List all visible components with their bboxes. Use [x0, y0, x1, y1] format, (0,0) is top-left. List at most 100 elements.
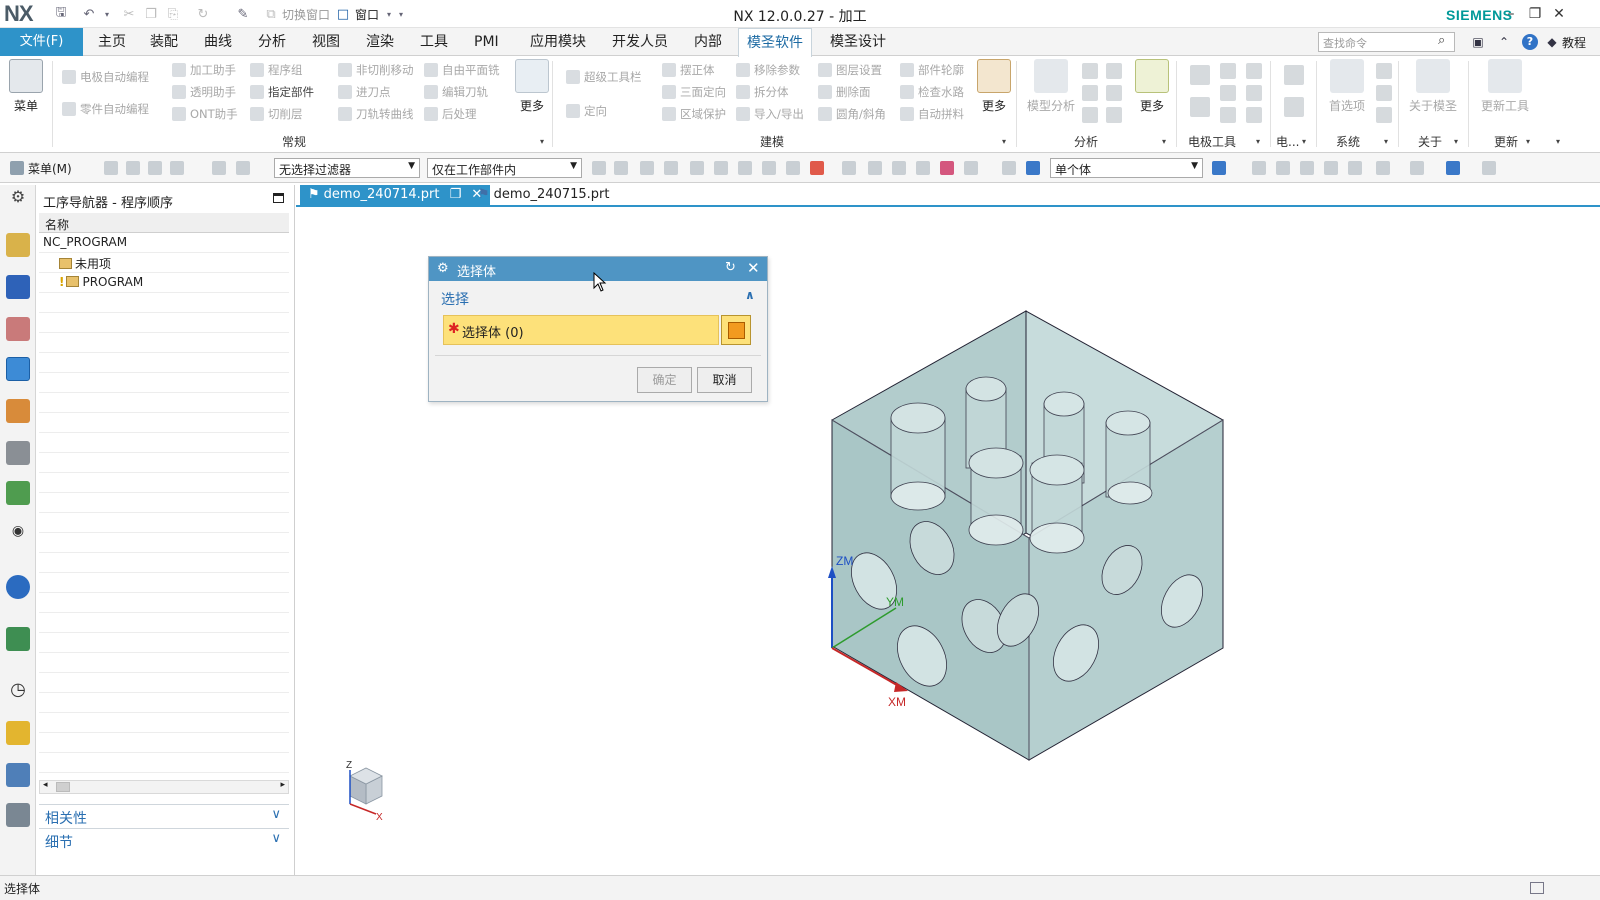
tutorial-icon[interactable]: ◆	[1544, 34, 1560, 50]
program-group[interactable]: 程序组	[250, 60, 303, 80]
cancel-button[interactable]: 取消	[697, 367, 752, 393]
electrode-auto-program[interactable]: 电极自动编程	[62, 67, 149, 87]
tree-node-nc-program[interactable]: NC_PROGRAM	[39, 233, 289, 253]
ribbon-options-icon[interactable]: ▣	[1470, 34, 1486, 50]
help-icon[interactable]: ?	[1522, 34, 1538, 50]
part-outline[interactable]: 部件轮廓	[900, 60, 964, 80]
visualization-eye-icon[interactable]: ◉	[6, 523, 30, 547]
tutorial-link[interactable]: 教程	[1562, 34, 1586, 51]
process-studio-icon[interactable]	[6, 721, 30, 745]
roles-icon[interactable]	[6, 481, 30, 505]
select-body-button[interactable]	[721, 315, 751, 345]
more-modeling-button[interactable]: 更多	[972, 59, 1016, 114]
fullscreen-icon[interactable]	[1530, 882, 1544, 894]
more-analysis-button[interactable]: 更多	[1130, 59, 1174, 114]
selection-section-header[interactable]: 选择	[441, 289, 469, 309]
assembly-navigator-icon[interactable]	[6, 233, 30, 257]
body-rule-select[interactable]: 单个体 ▼	[1050, 158, 1203, 178]
region-protect[interactable]: 区域保护	[662, 104, 726, 124]
about-mosheng-button[interactable]: 关于模圣	[1404, 59, 1462, 114]
preferences-button[interactable]: 首选项	[1322, 59, 1372, 114]
command-search-input[interactable]: 查找命令	[1318, 32, 1455, 52]
reuse-library-icon[interactable]	[6, 441, 30, 465]
search-icon[interactable]: ⌕	[1438, 33, 1445, 48]
tab-assembly[interactable]: 装配	[142, 28, 186, 56]
ont-assistant[interactable]: ONT助手	[172, 104, 238, 124]
scrollbar-thumb[interactable]	[56, 782, 70, 792]
import-export[interactable]: 导入/导出	[736, 104, 804, 124]
straighten-body[interactable]: 摆正体	[662, 60, 715, 80]
tab-analysis[interactable]: 分析	[250, 28, 294, 56]
tab-options-icon[interactable]: ❐	[450, 187, 462, 202]
selection-scope-select[interactable]: 仅在工作部件内 ▼	[427, 158, 582, 178]
settings-gear-icon[interactable]: ⚙	[6, 187, 30, 211]
tab-mosheng-software[interactable]: 模圣软件	[738, 28, 812, 57]
name-column-header[interactable]: 名称	[39, 213, 289, 233]
maximize-panel-icon[interactable]	[273, 193, 284, 203]
tab-internal[interactable]: 内部	[686, 28, 730, 56]
ok-button[interactable]: 确定	[637, 367, 692, 393]
tree-node-program[interactable]: ! PROGRAM	[39, 273, 289, 293]
tab-pmi[interactable]: PMI	[466, 28, 507, 56]
free-face-milling[interactable]: 自由平面铣	[424, 60, 500, 80]
cam-tool-icon[interactable]	[6, 763, 30, 787]
restore-button[interactable]: ❐	[1526, 5, 1544, 23]
select-body-field[interactable]: ✱ 选择体 (0)	[443, 315, 719, 345]
check-waterway[interactable]: 检查水路	[900, 82, 964, 102]
machine-tool-navigator-icon[interactable]	[6, 399, 30, 423]
tab-render[interactable]: 渲染	[358, 28, 402, 56]
auto-stock[interactable]: 自动拼料	[900, 104, 964, 124]
file-menu[interactable]: 文件(F)	[0, 28, 83, 56]
history-clock-icon[interactable]: ◷	[6, 679, 30, 703]
update-tool-button[interactable]: 更新工具	[1476, 59, 1534, 114]
model-analysis-button[interactable]: 模型分析	[1024, 59, 1078, 114]
orient[interactable]: 定向	[566, 101, 607, 121]
tree-node-unused[interactable]: 未用项	[39, 253, 289, 273]
robot-icon[interactable]	[6, 803, 30, 827]
transparent-assistant[interactable]: 透明助手	[172, 82, 236, 102]
collapse-ribbon-icon[interactable]: ⌃	[1496, 34, 1512, 50]
chevron-up-icon[interactable]: ∧	[745, 288, 755, 302]
postprocess[interactable]: 后处理	[424, 104, 477, 124]
menu-dropdown[interactable]: 菜单(M)	[28, 160, 72, 177]
close-window-button[interactable]: ✕	[1550, 5, 1568, 23]
more-general-button[interactable]: 更多	[510, 59, 554, 114]
non-cutting-moves[interactable]: 非切削移动	[338, 60, 414, 80]
details-panel[interactable]: 细节 ∨	[39, 828, 289, 851]
fillet-chamfer[interactable]: 圆角/斜角	[818, 104, 886, 124]
navigator-horizontal-scrollbar[interactable]: ◂ ▸	[39, 780, 289, 794]
minimize-button[interactable]: –	[1502, 5, 1520, 23]
tab-home[interactable]: 主页	[90, 28, 134, 56]
delete-face[interactable]: 删除面	[818, 82, 871, 102]
toolpath-to-curve[interactable]: 刀轨转曲线	[338, 104, 414, 124]
tab-application[interactable]: 应用模块	[522, 28, 594, 56]
remove-parameters[interactable]: 移除参数	[736, 60, 800, 80]
part-navigator-icon[interactable]	[6, 317, 30, 341]
dialog-close-icon[interactable]: ✕	[747, 259, 760, 277]
reset-icon[interactable]: ↻	[725, 260, 736, 275]
tab-view[interactable]: 视图	[304, 28, 348, 56]
tab-mosheng-design[interactable]: 模圣设计	[822, 28, 894, 56]
web-browser-icon[interactable]	[6, 627, 30, 651]
info-icon[interactable]	[6, 575, 30, 599]
tab-tools[interactable]: 工具	[412, 28, 456, 56]
cut-levels[interactable]: 切削层	[250, 104, 303, 124]
tab-demo-240715[interactable]: ⚑ demo_240715.prt	[470, 185, 617, 207]
constraint-navigator-icon[interactable]	[6, 275, 30, 299]
super-toolbar[interactable]: 超级工具栏	[566, 67, 642, 87]
machining-assistant[interactable]: 加工助手	[172, 60, 236, 80]
dialog-gear-icon[interactable]: ⚙	[437, 261, 449, 276]
tab-curve[interactable]: 曲线	[196, 28, 240, 56]
split-body[interactable]: 拆分体	[736, 82, 789, 102]
tab-developer[interactable]: 开发人员	[604, 28, 676, 56]
three-face-orient[interactable]: 三面定向	[662, 82, 726, 102]
type-filter-select[interactable]: 无选择过滤器 ▼	[274, 158, 420, 178]
specify-part[interactable]: 指定部件	[250, 82, 314, 102]
entry-point[interactable]: 进刀点	[338, 82, 391, 102]
dependencies-panel[interactable]: 相关性 ∨	[39, 804, 289, 827]
tab-demo-240714[interactable]: ⚑ demo_240714.prt ❐ ✕	[300, 185, 491, 207]
menu-big-button[interactable]: 菜单	[4, 59, 48, 114]
edit-toolpath[interactable]: 编辑刀轨	[424, 82, 488, 102]
layer-settings[interactable]: 图层设置	[818, 60, 882, 80]
operation-navigator-icon[interactable]	[6, 357, 30, 381]
